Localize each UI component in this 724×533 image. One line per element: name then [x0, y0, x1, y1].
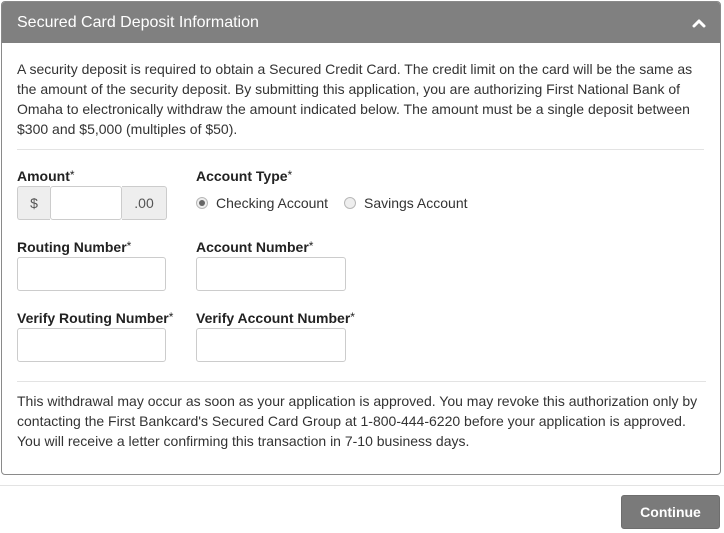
account-number-label-text: Account Number: [196, 239, 309, 255]
panel-title: Secured Card Deposit Information: [17, 13, 259, 31]
radio-selected-icon[interactable]: [196, 197, 208, 209]
required-mark: *: [126, 239, 132, 253]
amount-label-text: Amount: [17, 168, 70, 184]
radio-savings-account[interactable]: Savings Account: [344, 195, 468, 211]
account-number-input[interactable]: [196, 257, 346, 291]
required-mark: *: [350, 310, 355, 324]
routing-number-input[interactable]: [17, 257, 166, 291]
routing-number-label: Routing Number*: [17, 239, 131, 255]
secured-card-deposit-panel: Secured Card Deposit Information A secur…: [1, 1, 721, 475]
cents-suffix: .00: [122, 186, 167, 220]
radio-checking-account[interactable]: Checking Account: [196, 195, 328, 211]
verify-account-number-label: Verify Account Number*: [196, 310, 355, 326]
authorization-text: This withdrawal may occur as soon as you…: [17, 393, 698, 449]
divider: [17, 149, 704, 150]
radio-label: Savings Account: [364, 195, 468, 211]
required-mark: *: [287, 168, 293, 182]
required-mark: *: [168, 310, 174, 324]
verify-routing-number-label-text: Verify Routing Number: [17, 310, 169, 326]
account-type-label: Account Type*: [196, 168, 292, 184]
verify-account-number-input[interactable]: [196, 328, 346, 362]
currency-prefix: $: [17, 186, 50, 220]
account-type-label-text: Account Type: [196, 168, 288, 184]
account-number-label: Account Number*: [196, 239, 313, 255]
routing-number-label-text: Routing Number: [17, 239, 127, 255]
radio-unselected-icon[interactable]: [344, 197, 356, 209]
panel-header[interactable]: Secured Card Deposit Information: [2, 2, 720, 43]
radio-label: Checking Account: [216, 195, 329, 211]
divider: [17, 381, 706, 382]
required-mark: *: [69, 168, 75, 182]
verify-account-number-label-text: Verify Account Number: [196, 310, 351, 326]
continue-button[interactable]: Continue: [621, 495, 720, 529]
required-mark: *: [308, 239, 314, 253]
amount-input[interactable]: [50, 186, 122, 220]
verify-routing-number-input[interactable]: [17, 328, 166, 362]
verify-routing-number-label: Verify Routing Number*: [17, 310, 173, 326]
divider: [0, 485, 724, 486]
chevron-up-icon[interactable]: [692, 17, 706, 29]
intro-text: A security deposit is required to obtain…: [17, 61, 693, 137]
amount-label: Amount*: [17, 168, 75, 184]
